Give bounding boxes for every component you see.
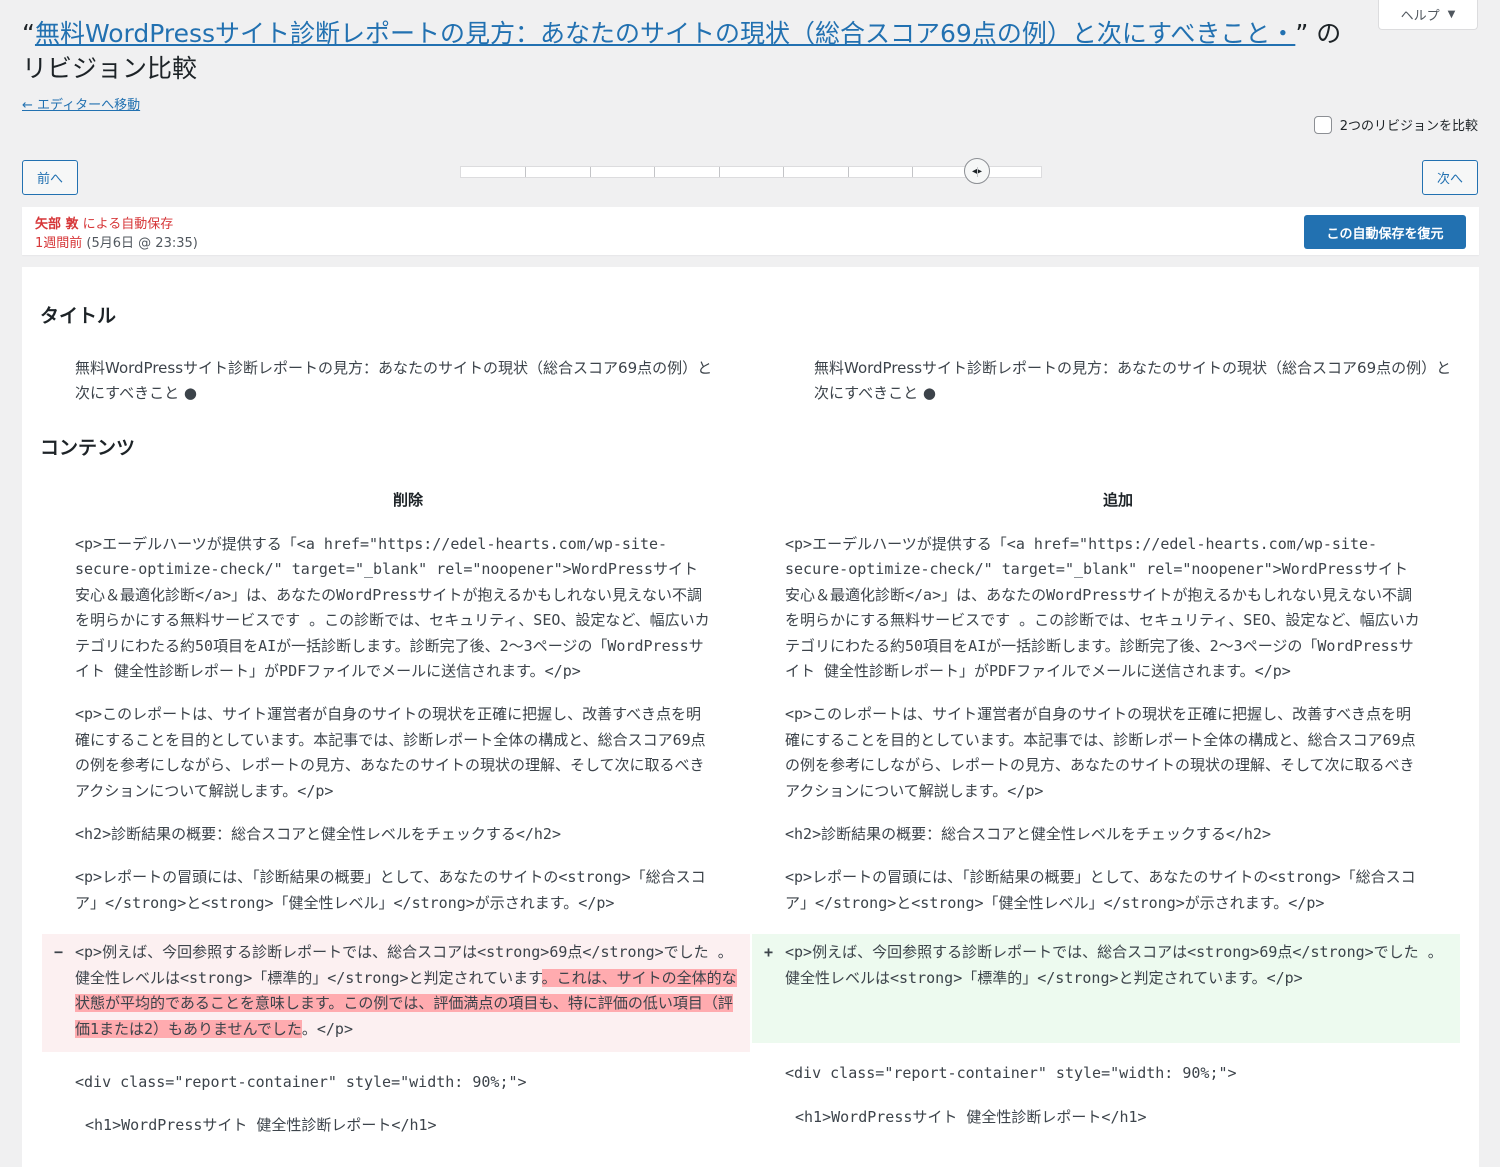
compare-two-toggle[interactable]: 2つのリビジョンを比較 [1313, 115, 1478, 134]
back-to-editor-link[interactable]: ← エディターへ移動 [22, 94, 140, 113]
diff-row-right: <p>エーデルハーツが提供する「<a href="https://edel-he… [785, 535, 1420, 681]
slider-tick [719, 167, 720, 177]
diff-row-right: <h1>WordPressサイト 健全性診断レポート</h1> [795, 1107, 1147, 1126]
diff-row-added: + <p>例えば、今回参照する診断レポートでは、総合スコアは<strong>69… [752, 934, 1460, 1044]
revision-author-line: 矢部 敦 による自動保存 [35, 213, 173, 232]
slider-tick [912, 167, 913, 177]
diff-right-column: <p>エーデルハーツが提供する「<a href="https://edel-he… [732, 532, 1460, 1148]
diff-row-right: <div class="report-container" style="wid… [785, 1064, 1237, 1083]
slider-tick [590, 167, 591, 177]
post-title-link[interactable]: 無料WordPressサイト診断レポートの見方：あなたのサイトの現状（総合スコア… [35, 19, 1295, 48]
added-text: <p>例えば、今回参照する診断レポートでは、総合スコアは<strong>69点<… [785, 943, 1443, 987]
diff-row-left: <p>レポートの冒頭には、「診断結果の概要」として、あなたのサイトの<stron… [75, 868, 706, 912]
title-section-heading: タイトル [40, 305, 117, 327]
diff-row-deleted: − <p>例えば、今回参照する診断レポートでは、総合スコアは<strong>69… [42, 934, 750, 1052]
revision-date-line: 1週間前 (5月6日 @ 23:35) [35, 232, 198, 251]
content-section-heading: コンテンツ [40, 437, 136, 459]
page-title: “無料WordPressサイト診断レポートの見方：あなたのサイトの現状（総合スコ… [22, 16, 1362, 86]
diff-row-left: <p>エーデルハーツが提供する「<a href="https://edel-he… [75, 535, 710, 681]
revision-author: 矢部 敦 [35, 217, 79, 232]
revision-slider[interactable]: ◂▸ [460, 158, 1042, 184]
added-column-header: 追加 [1102, 491, 1133, 509]
revision-meta: 矢部 敦 による自動保存 1週間前 (5月6日 @ 23:35) この自動保存を… [22, 207, 1479, 255]
restore-autosave-button[interactable]: この自動保存を復元 [1304, 215, 1466, 249]
help-tab[interactable]: ヘルプ ▼ [1378, 0, 1478, 30]
help-label: ヘルプ [1400, 9, 1440, 24]
deleted-tail: 。</p> [301, 1019, 353, 1038]
diff-row-left: <h1>WordPressサイト 健全性診断レポート</h1> [85, 1116, 437, 1135]
diff-row-right: <p>このレポートは、サイト運営者が自身のサイトの現状を正確に把握し、改善すべき… [785, 705, 1416, 800]
diff-row-left: <p>このレポートは、サイト運営者が自身のサイトの現状を正確に把握し、改善すべき… [75, 705, 706, 800]
diff-row-right: <p>レポートの冒頭には、「診断結果の概要」として、あなたのサイトの<stron… [785, 868, 1416, 912]
caret-down-icon: ▼ [1447, 9, 1456, 20]
next-button[interactable]: 次へ [1422, 160, 1478, 195]
revision-relative-time: 1週間前 [35, 236, 83, 251]
diff-row-left: <h2>診断結果の概要：総合スコアと健全性レベルをチェックする</h2> [75, 825, 561, 844]
slider-tick [525, 167, 526, 177]
plus-icon: + [764, 943, 774, 962]
minus-icon: − [54, 943, 64, 962]
diff-left-column: <p>エーデルハーツが提供する「<a href="https://edel-he… [22, 532, 750, 1157]
deleted-column-header: 削除 [392, 491, 423, 509]
previous-button[interactable]: 前へ [22, 160, 78, 195]
slider-tick [783, 167, 784, 177]
title-right: 無料WordPressサイト診断レポートの見方：あなたのサイトの現状（総合スコア… [814, 359, 1452, 402]
title-left: 無料WordPressサイト診断レポートの見方：あなたのサイトの現状（総合スコア… [75, 359, 713, 402]
slider-tick [848, 167, 849, 177]
diff-row-left: <div class="report-container" style="wid… [75, 1072, 527, 1091]
diff-panel: タイトル 無料WordPressサイト診断レポートの見方：あなたのサイトの現状（… [22, 267, 1479, 1167]
slider-tick [654, 167, 655, 177]
revision-date: (5月6日 @ 23:35) [82, 236, 198, 251]
revision-action: による自動保存 [78, 217, 174, 232]
compare-two-label: 2つのリビジョンを比較 [1339, 119, 1478, 134]
slider-tick [977, 167, 978, 177]
compare-two-checkbox[interactable] [1313, 115, 1332, 134]
diff-row-right: <h2>診断結果の概要：総合スコアと健全性レベルをチェックする</h2> [785, 825, 1271, 844]
title-prefix: “ [22, 19, 35, 48]
